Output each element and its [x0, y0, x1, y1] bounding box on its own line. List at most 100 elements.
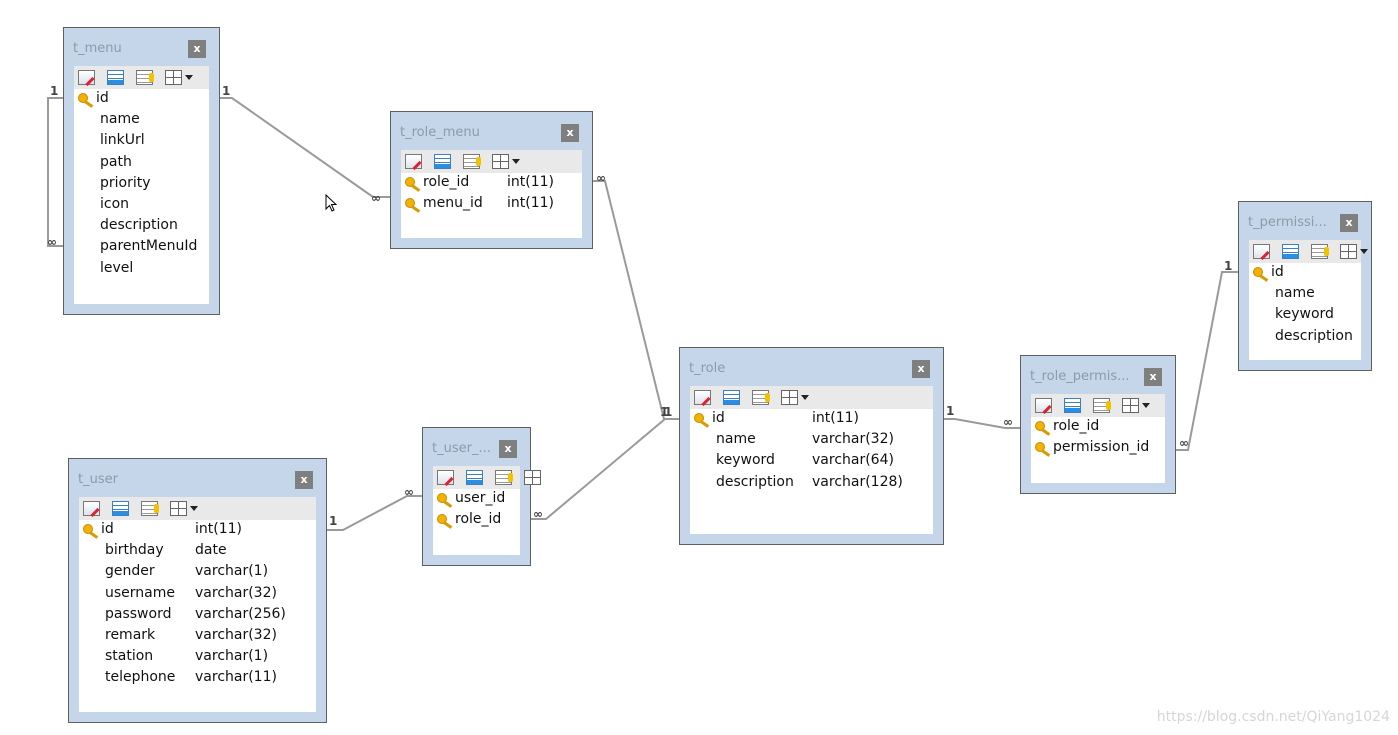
field-row[interactable]: name: [1249, 284, 1361, 305]
field-row[interactable]: keyword varchar(64): [690, 451, 933, 472]
table-t_menu[interactable]: t_menu x id name linkUrl path priority icon desc…: [63, 27, 220, 315]
edit-table-icon[interactable]: [405, 154, 422, 169]
field-row[interactable]: gender varchar(1): [79, 562, 316, 583]
field-row[interactable]: id int(11): [79, 520, 316, 541]
field-row[interactable]: description: [1249, 327, 1361, 348]
field-name: password: [105, 605, 172, 622]
relation-line-userrole-role[interactable]: [531, 418, 679, 520]
field-name: name: [1275, 285, 1315, 302]
field-row[interactable]: username varchar(32): [79, 584, 316, 605]
close-icon[interactable]: x: [561, 124, 579, 142]
field-row[interactable]: telephone varchar(11): [79, 668, 316, 689]
field-row[interactable]: description varchar(128): [690, 473, 933, 494]
chevron-down-icon[interactable]: [1360, 249, 1368, 254]
design-table-icon[interactable]: [107, 70, 124, 85]
field-row[interactable]: icon: [74, 195, 209, 216]
field-row[interactable]: menu_id int(11): [401, 194, 582, 215]
relation-line-user-userrole[interactable]: [327, 495, 422, 531]
design-table-icon[interactable]: [723, 390, 740, 405]
primary-key-icon: [1035, 420, 1051, 434]
edit-table-icon[interactable]: [83, 501, 100, 516]
field-name: station: [105, 648, 154, 665]
chevron-down-icon[interactable]: [512, 159, 520, 164]
field-type: date: [195, 542, 227, 559]
table-title: t_user_...: [432, 441, 491, 456]
chevron-down-icon[interactable]: [190, 506, 198, 511]
table-t_user[interactable]: t_user x id int(11) birthday date gender varcha…: [68, 458, 327, 723]
copy-table-icon[interactable]: [136, 70, 154, 85]
field-row[interactable]: name: [74, 110, 209, 131]
field-row[interactable]: path: [74, 153, 209, 174]
field-row[interactable]: parentMenuId: [74, 237, 209, 258]
relation-line-menu-rolemenu[interactable]: [220, 97, 390, 198]
edit-table-icon[interactable]: [437, 470, 454, 485]
field-row[interactable]: description: [74, 216, 209, 237]
copy-table-icon[interactable]: [141, 501, 159, 516]
field-type: varchar(128): [812, 473, 903, 490]
field-name: keyword: [1275, 306, 1334, 323]
close-icon[interactable]: x: [295, 471, 313, 489]
field-row[interactable]: permission_id: [1031, 438, 1165, 459]
table-t_role[interactable]: t_role x id int(11) name varchar(32) keyword va…: [679, 347, 944, 545]
field-row[interactable]: station varchar(1): [79, 647, 316, 668]
design-table-icon[interactable]: [112, 501, 129, 516]
field-row[interactable]: level: [74, 259, 209, 280]
design-table-icon[interactable]: [1064, 398, 1081, 413]
table-t_role_permission[interactable]: t_role_permis... x role_id permission_id: [1020, 355, 1176, 494]
table-t_permission[interactable]: t_permissi... x id name keyword description: [1238, 201, 1372, 371]
design-table-icon[interactable]: [434, 154, 451, 169]
chevron-down-icon[interactable]: [1142, 403, 1150, 408]
field-row[interactable]: password varchar(256): [79, 605, 316, 626]
field-row[interactable]: linkUrl: [74, 131, 209, 152]
table-t_user_role[interactable]: t_user_... x user_id role_id: [422, 427, 541, 566]
relation-line-menu-self[interactable]: [47, 97, 63, 247]
design-table-icon[interactable]: [1282, 244, 1299, 259]
field-row[interactable]: user_id: [433, 489, 520, 510]
cardinality-label: 1: [222, 84, 230, 98]
field-row[interactable]: role_id: [1031, 417, 1165, 438]
close-icon[interactable]: x: [912, 360, 930, 378]
field-row[interactable]: role_id int(11): [401, 173, 582, 194]
field-name: role_id: [423, 174, 470, 190]
table-view-icon[interactable]: [1340, 244, 1357, 259]
copy-table-icon[interactable]: [463, 154, 481, 169]
cardinality-label: ∞: [1003, 415, 1013, 429]
edit-table-icon[interactable]: [1253, 244, 1270, 259]
copy-table-icon[interactable]: [495, 470, 513, 485]
close-icon[interactable]: x: [188, 40, 206, 58]
field-row[interactable]: id int(11): [690, 409, 933, 430]
relation-line-rolemenu-role[interactable]: [593, 180, 679, 420]
table-view-icon[interactable]: [781, 390, 798, 405]
field-row[interactable]: id: [1249, 263, 1361, 284]
table-t_role_menu[interactable]: t_role_menu x role_id int(11) menu_id int(11): [390, 111, 593, 249]
table-view-icon[interactable]: [165, 70, 182, 85]
copy-table-icon[interactable]: [1093, 398, 1111, 413]
edit-table-icon[interactable]: [694, 390, 711, 405]
edit-table-icon[interactable]: [78, 70, 95, 85]
close-icon[interactable]: x: [1340, 214, 1358, 232]
field-name: level: [100, 259, 134, 276]
field-row[interactable]: keyword: [1249, 305, 1361, 326]
design-table-icon[interactable]: [466, 470, 483, 485]
table-toolbar: [79, 497, 316, 520]
field-row[interactable]: birthday date: [79, 541, 316, 562]
copy-table-icon[interactable]: [752, 390, 770, 405]
copy-table-icon[interactable]: [1311, 244, 1329, 259]
table-view-icon[interactable]: [1122, 398, 1139, 413]
table-view-icon[interactable]: [170, 501, 187, 516]
relation-line-rolepermission-permission[interactable]: [1176, 271, 1238, 451]
table-view-icon[interactable]: [492, 154, 509, 169]
field-row[interactable]: remark varchar(32): [79, 626, 316, 647]
field-row[interactable]: name varchar(32): [690, 430, 933, 451]
field-row[interactable]: role_id: [433, 510, 520, 531]
table-view-icon[interactable]: [524, 470, 541, 485]
edit-table-icon[interactable]: [1035, 398, 1052, 413]
field-row[interactable]: priority: [74, 174, 209, 195]
field-name: priority: [100, 174, 151, 191]
chevron-down-icon[interactable]: [801, 395, 809, 400]
field-name: role_id: [455, 511, 502, 528]
field-row[interactable]: id: [74, 89, 209, 110]
chevron-down-icon[interactable]: [185, 75, 193, 80]
close-icon[interactable]: x: [1144, 368, 1162, 386]
close-icon[interactable]: x: [499, 440, 517, 458]
